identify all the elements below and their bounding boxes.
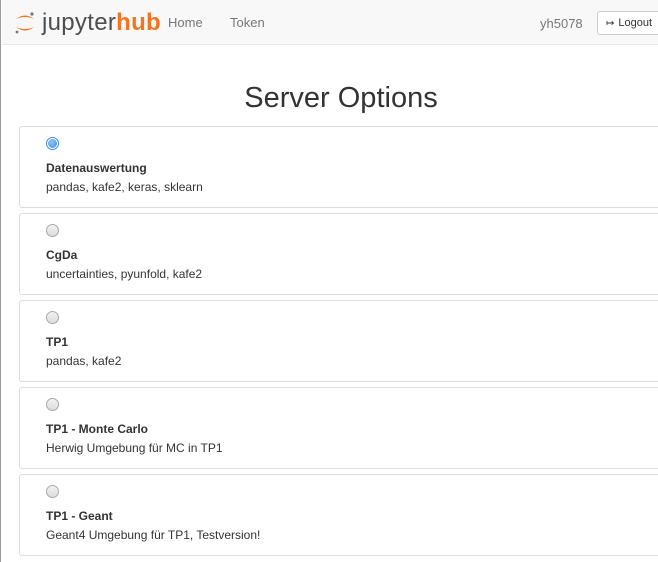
server-options-list: Datenauswertung pandas, kafe2, keras, sk… xyxy=(19,126,658,561)
option-radio[interactable] xyxy=(46,224,59,237)
nav-token-link[interactable]: Token xyxy=(230,15,265,30)
option-radio[interactable] xyxy=(46,137,59,150)
option-description: uncertainties, pyunfold, kafe2 xyxy=(46,267,203,281)
brand-text: jupyterhub xyxy=(42,11,161,35)
option-name: CgDa xyxy=(46,248,78,262)
option-name: TP1 - Geant xyxy=(46,509,113,523)
option-radio[interactable] xyxy=(46,398,59,411)
option-name: Datenauswertung xyxy=(46,161,147,175)
jupyter-logo-icon xyxy=(15,12,34,34)
option-description: Herwig Umgebung für MC in TP1 xyxy=(46,441,223,455)
logout-label: Logout xyxy=(618,17,653,29)
brand-suffix: hub xyxy=(116,9,162,36)
option-description: pandas, kafe2 xyxy=(46,354,122,368)
option-radio[interactable] xyxy=(46,485,59,498)
server-option[interactable]: CgDa uncertainties, pyunfold, kafe2 xyxy=(19,213,658,295)
nav-home-link[interactable]: Home xyxy=(168,15,203,30)
browser-frame: jupyterhub Home Token yh5078 ↦ Logout Se… xyxy=(0,0,658,562)
server-option[interactable]: TP1 - Monte Carlo Herwig Umgebung für MC… xyxy=(19,387,658,469)
server-option[interactable]: TP1 pandas, kafe2 xyxy=(19,300,658,382)
server-option[interactable]: TP1 - Geant Geant4 Umgebung für TP1, Tes… xyxy=(19,474,658,556)
option-description: Geant4 Umgebung für TP1, Testversion! xyxy=(46,528,261,542)
navbar: jupyterhub Home Token yh5078 ↦ Logout xyxy=(2,0,658,45)
username-label: yh5078 xyxy=(540,16,583,31)
option-name: TP1 - Monte Carlo xyxy=(46,422,149,436)
option-description: pandas, kafe2, keras, sklearn xyxy=(46,180,203,194)
jupyterhub-logo[interactable]: jupyterhub xyxy=(14,9,161,37)
page-title: Server Options xyxy=(244,82,438,114)
option-name: TP1 xyxy=(46,335,69,349)
logout-button[interactable]: ↦ Logout xyxy=(597,11,658,35)
server-option[interactable]: Datenauswertung pandas, kafe2, keras, sk… xyxy=(19,126,658,208)
option-radio[interactable] xyxy=(46,311,59,324)
brand-prefix: jupyter xyxy=(42,9,117,36)
sign-out-icon: ↦ xyxy=(606,17,615,29)
